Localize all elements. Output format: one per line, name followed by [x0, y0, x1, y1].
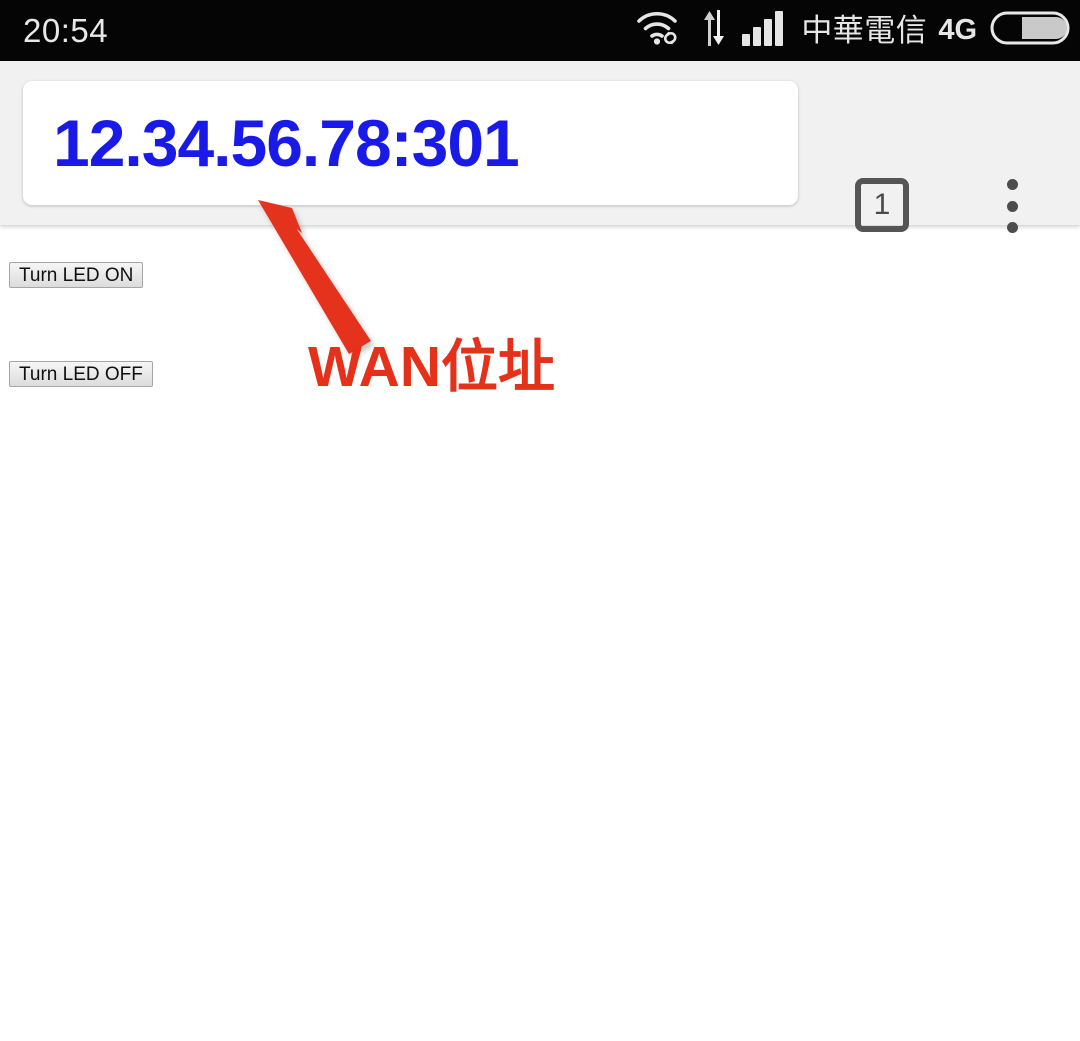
tab-count-label: 1 [873, 188, 891, 221]
browser-toolbar: 12.34.56.78:301 1 [0, 61, 1080, 233]
turn-led-on-button[interactable]: Turn LED ON [9, 262, 144, 288]
status-bar-indicators: 中華電信 4G [636, 0, 1070, 61]
overflow-menu-button[interactable] [1000, 179, 1024, 233]
wifi-linked-icon [636, 9, 686, 52]
url-text[interactable]: 12.34.56.78:301 [53, 110, 520, 176]
tab-counter-button[interactable]: 1 [855, 178, 909, 232]
menu-dot-icon [1006, 222, 1018, 233]
menu-dot-icon [1006, 200, 1018, 212]
cellular-signal-icon [742, 10, 788, 51]
web-page-content: Turn LED ON Turn LED OFF [0, 225, 1080, 1041]
status-bar: 20:54 中華電信 4G [0, 0, 1080, 61]
url-bar[interactable]: 12.34.56.78:301 [23, 81, 798, 205]
turn-led-off-button[interactable]: Turn LED OFF [9, 361, 153, 387]
carrier-name: 中華電信 [801, 13, 928, 48]
data-transfer-arrows-icon [699, 10, 729, 51]
battery-icon [990, 10, 1070, 51]
status-bar-clock: 20:54 [23, 12, 109, 49]
network-type-label: 4G [938, 14, 977, 46]
menu-dot-icon [1006, 179, 1018, 190]
